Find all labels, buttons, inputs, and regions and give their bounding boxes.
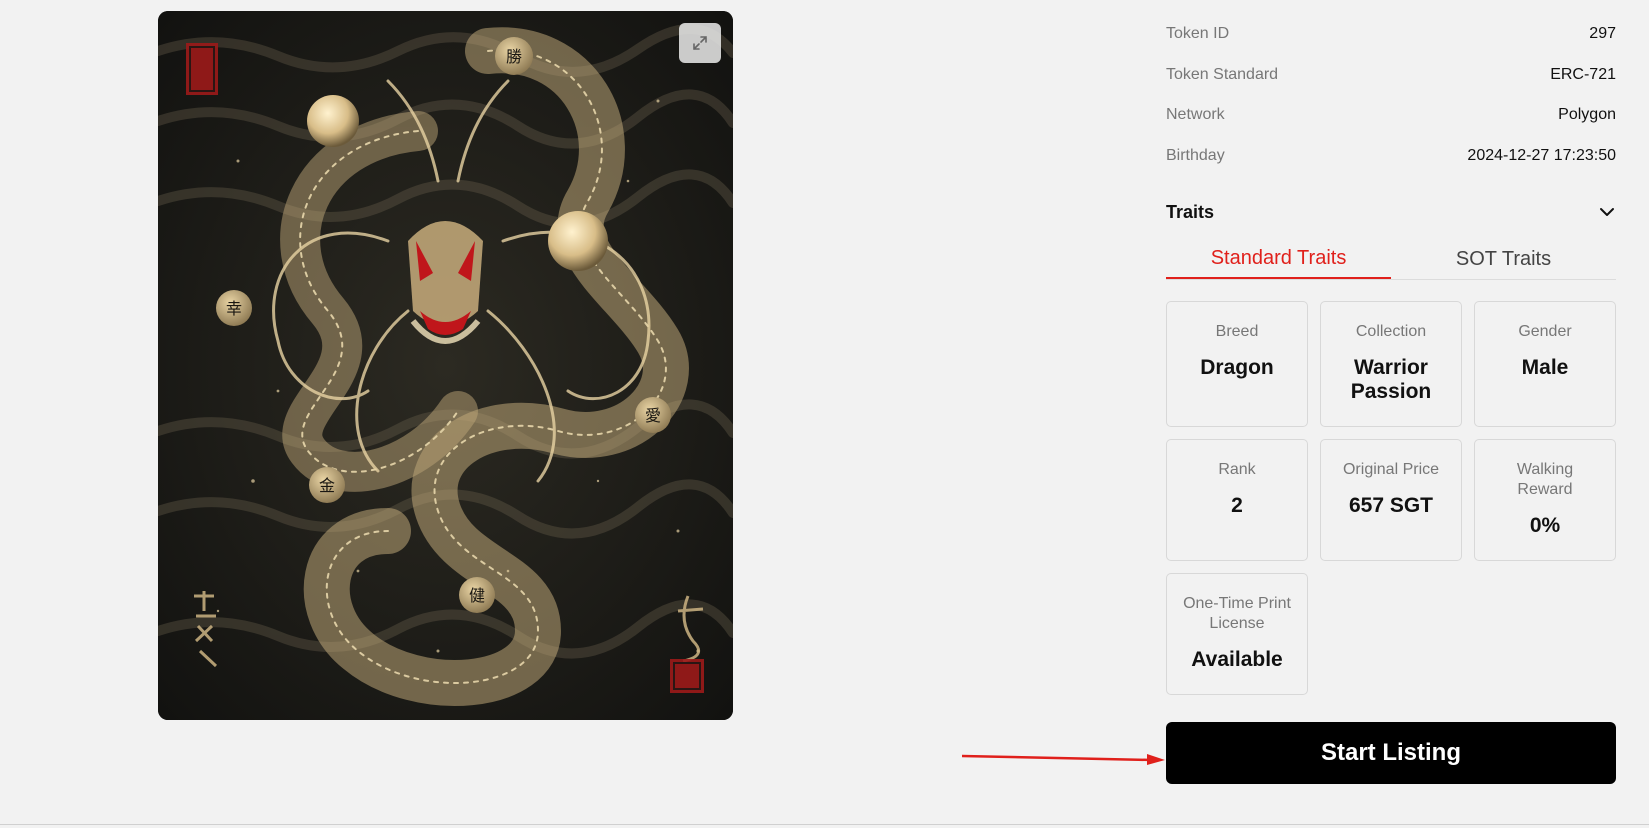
trait-grid: Breed Dragon Collection Warrior Passion … bbox=[1166, 301, 1616, 707]
nft-artwork: 勝 幸 愛 金 健 bbox=[158, 11, 733, 720]
info-value: Polygon bbox=[1558, 106, 1616, 124]
pearl-orb bbox=[307, 95, 359, 147]
info-label: Birthday bbox=[1166, 146, 1225, 164]
trait-card-rank: Rank 2 bbox=[1166, 439, 1308, 561]
expand-icon bbox=[693, 36, 707, 50]
traits-tabs: Standard Traits SOT Traits bbox=[1166, 239, 1616, 280]
kanji-seal: 健 bbox=[469, 586, 485, 605]
trait-value: 657 SGT bbox=[1348, 494, 1434, 517]
trait-value: Male bbox=[1521, 356, 1569, 379]
kanji-seal: 勝 bbox=[506, 47, 522, 66]
info-value: ERC-721 bbox=[1550, 65, 1616, 83]
kanji-seal: 愛 bbox=[645, 406, 661, 425]
red-seal-stamp bbox=[670, 659, 704, 693]
trait-card-walking-reward: Walking Reward 0% bbox=[1474, 439, 1616, 561]
trait-card-gender: Gender Male bbox=[1474, 301, 1616, 427]
info-row-token-id: Token ID 297 bbox=[1166, 14, 1616, 55]
trait-label: Walking Reward bbox=[1516, 461, 1574, 498]
trait-card-original-price: Original Price 657 SGT bbox=[1320, 439, 1462, 561]
info-row-network: Network Polygon bbox=[1166, 95, 1616, 136]
info-label: Network bbox=[1166, 106, 1225, 124]
info-row-token-standard: Token Standard ERC-721 bbox=[1166, 55, 1616, 96]
traits-title: Traits bbox=[1166, 201, 1215, 222]
trait-label: Breed bbox=[1215, 323, 1259, 340]
tab-standard-traits[interactable]: Standard Traits bbox=[1166, 239, 1391, 279]
trait-card-collection: Collection Warrior Passion bbox=[1320, 301, 1462, 427]
trait-card-breed: Breed Dragon bbox=[1166, 301, 1308, 427]
token-details-panel: Token ID 297 Token Standard ERC-721 Netw… bbox=[1166, 14, 1616, 707]
trait-label: Collection bbox=[1355, 323, 1427, 340]
info-value: 297 bbox=[1589, 25, 1616, 43]
kanji-seal: 幸 bbox=[226, 299, 242, 318]
dragon-artwork-image: 勝 幸 愛 金 健 bbox=[158, 11, 733, 720]
trait-card-print-license: One-Time Print License Available bbox=[1166, 573, 1308, 695]
nft-detail-page: 勝 幸 愛 金 健 Token ID 297 Token Standard ER… bbox=[0, 0, 1649, 828]
kanji-seal: 金 bbox=[319, 476, 335, 495]
trait-value: 2 bbox=[1231, 494, 1243, 517]
trait-label: Gender bbox=[1518, 323, 1572, 340]
divider bbox=[0, 824, 1649, 825]
chevron-down-icon bbox=[1600, 208, 1614, 216]
trait-value: Warrior Passion bbox=[1350, 356, 1432, 403]
start-listing-button[interactable]: Start Listing bbox=[1166, 722, 1616, 784]
trait-value: 0% bbox=[1529, 514, 1561, 537]
red-arrow-annotation bbox=[962, 754, 1165, 765]
info-label: Token ID bbox=[1166, 25, 1230, 43]
traits-toggle[interactable]: Traits bbox=[1166, 197, 1616, 227]
trait-label: Original Price bbox=[1342, 461, 1440, 478]
trait-label: One-Time Print License bbox=[1183, 595, 1291, 632]
info-row-birthday: Birthday 2024-12-27 17:23:50 bbox=[1166, 136, 1616, 177]
tab-sot-traits[interactable]: SOT Traits bbox=[1391, 239, 1616, 279]
pearl-orb bbox=[548, 211, 608, 271]
expand-image-button[interactable] bbox=[679, 23, 721, 63]
trait-value: Dragon bbox=[1200, 356, 1274, 379]
info-label: Token Standard bbox=[1166, 65, 1279, 83]
trait-label: Rank bbox=[1218, 461, 1256, 478]
info-value: 2024-12-27 17:23:50 bbox=[1467, 146, 1616, 164]
trait-value: Available bbox=[1191, 648, 1283, 671]
